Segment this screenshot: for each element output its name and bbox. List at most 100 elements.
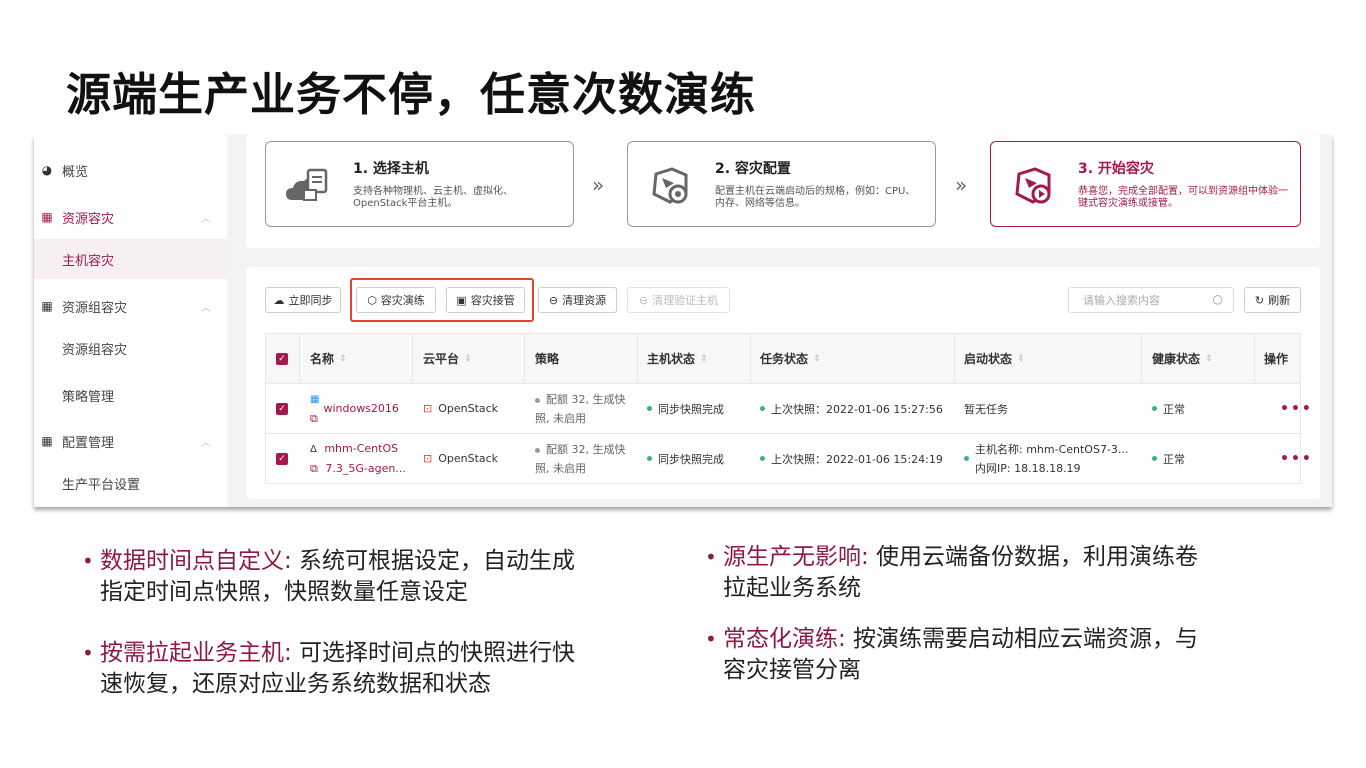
boot-status-value: 暂无任务 [964, 402, 1008, 416]
bullet-routine-drill: • 常态化演练: 按演练需要启动相应云端资源，与 容灾接管分离 [705, 626, 1199, 683]
status-dot [760, 456, 765, 461]
step-dr-config[interactable]: 2. 容灾配置 配置主机在云端启动后的规格，例如：CPU、内存、网络等信息。 [627, 141, 936, 227]
policy-line-1: 配额 32, 生成快 [546, 392, 626, 406]
building-icon: ▦ [41, 299, 53, 313]
chevron-up-icon: ︿ [201, 302, 211, 314]
status-dot [760, 406, 765, 411]
table-row: ✓ ▦ ⧉ windows2016 ⊡ OpenStack 配额 32, 生成快… [266, 384, 1311, 434]
policy-line-2: 照, 未启用 [535, 461, 586, 475]
host-status-value: 同步快照完成 [658, 402, 724, 416]
sidebar-item-resource-dr[interactable]: ▦ 资源容灾 ︿ [34, 197, 227, 237]
bullet-dot: • [82, 641, 94, 665]
policy-line-1: 配额 32, 生成快 [546, 442, 626, 456]
health-value: 正常 [1163, 402, 1185, 416]
column-header-name[interactable]: 名称 ⇕ [310, 334, 347, 383]
clean-resources-button[interactable]: ⊖ 清理资源 [538, 287, 617, 313]
row-checkbox[interactable]: ✓ [276, 434, 288, 483]
chevron-up-icon: ︿ [201, 437, 211, 449]
double-chevron-right-icon: » [955, 173, 968, 197]
openstack-icon: ⊡ [423, 402, 433, 415]
column-header-actions: 操作 [1264, 352, 1289, 366]
step-start-dr[interactable]: 3. 开始容灾 恭喜您，完成全部配置，可以到资源组中体验一键式容灾演练或接管。 [990, 141, 1301, 227]
sync-now-button[interactable]: ☁ 立即同步 [265, 287, 341, 313]
app-screenshot: ◕ 概览 ▦ 资源容灾 ︿ 主机容灾 ▦ 资源组容灾 ︿ 资源组容灾 策略管理 … [34, 135, 1332, 507]
windows-icon: ▦ [310, 394, 320, 405]
status-dot [535, 447, 540, 453]
refresh-button[interactable]: ↻ 刷新 [1244, 287, 1301, 313]
step-title: 2. 容灾配置 [715, 161, 791, 177]
bullet-dot: • [705, 627, 717, 651]
host-type-icon: ⧉ [310, 462, 318, 475]
sidebar-item-config[interactable]: ▦ 配置管理 ︿ [34, 421, 227, 461]
platform-value: OpenStack [438, 452, 499, 465]
sidebar: ◕ 概览 ▦ 资源容灾 ︿ 主机容灾 ▦ 资源组容灾 ︿ 资源组容灾 策略管理 … [34, 135, 227, 507]
host-name-link-2[interactable]: 7.3_5G-agen... [325, 462, 405, 475]
highlight-box [350, 278, 534, 322]
boot-ip: 内网IP: 18.18.18.19 [975, 461, 1081, 475]
clean-verify-host-button[interactable]: ⊖ 清理验证主机 [627, 287, 730, 313]
slide-title: 源端生产业务不停，任意次数演练 [66, 68, 757, 121]
status-dot [964, 456, 969, 461]
minus-circle-icon: ⊖ [638, 293, 649, 307]
column-header-host-status[interactable]: 主机状态 ⇕ [647, 334, 708, 383]
cloud-icon: ☁ [273, 293, 285, 307]
more-actions-icon[interactable]: ••• [1280, 434, 1313, 483]
health-value: 正常 [1163, 452, 1185, 466]
bullet-dot: • [705, 545, 717, 569]
table-row: ✓ Δ mhm-CentOS ⧉ 7.3_5G-agen... ⊡ OpenSt… [266, 434, 1311, 483]
search-icon: ○ [1212, 292, 1223, 306]
column-header-task-status[interactable]: 任务状态 ⇕ [760, 334, 821, 383]
step-title: 1. 选择主机 [353, 161, 429, 177]
platform-value: OpenStack [438, 402, 499, 415]
host-name-link[interactable]: windows2016 [323, 402, 398, 415]
column-header-boot-status[interactable]: 启动状态 ⇕ [964, 334, 1025, 383]
policy-line-2: 照, 未启用 [535, 411, 586, 425]
row-checkbox[interactable]: ✓ [276, 384, 288, 433]
step-title: 3. 开始容灾 [1078, 161, 1154, 177]
sidebar-item-group-dr-sub[interactable]: 资源组容灾 [34, 328, 227, 368]
host-type-icon: ⧉ [310, 412, 318, 425]
task-status-value: 上次快照：2022-01-06 15:24:19 [771, 452, 943, 466]
status-dot [535, 397, 540, 403]
bullet-no-impact: • 源生产无影响: 使用云端备份数据，利用演练卷 拉起业务系统 [705, 544, 1199, 601]
status-dot [647, 406, 652, 411]
column-header-platform[interactable]: 云平台 ⇕ [423, 334, 472, 383]
openstack-icon: ⊡ [423, 452, 433, 465]
host-name-link[interactable]: mhm-CentOS [324, 442, 398, 455]
select-all-checkbox[interactable]: ✓ [276, 334, 288, 383]
sidebar-item-policy[interactable]: 策略管理 [34, 375, 227, 415]
host-status-value: 同步快照完成 [658, 452, 724, 466]
bullet-on-demand: • 按需拉起业务主机: 可选择时间点的快照进行快 速恢复，还原对应业务系统数据和… [82, 640, 576, 697]
bullet-dot: • [82, 549, 94, 573]
bullet-data-time: • 数据时间点自定义: 系统可根据设定，自动生成 指定时间点快照，快照数量任意设… [82, 548, 576, 605]
boot-hostname: 主机名称: mhm-CentOS7-3... [975, 442, 1129, 456]
search-input[interactable]: 请输入搜索内容 ○ [1068, 287, 1234, 313]
double-chevron-right-icon: » [592, 173, 605, 197]
building-icon: ▦ [41, 434, 53, 448]
sidebar-item-group-dr[interactable]: ▦ 资源组容灾 ︿ [34, 286, 227, 326]
column-header-health[interactable]: 健康状态 ⇕ [1152, 334, 1213, 383]
minus-circle-icon: ⊖ [548, 293, 559, 307]
status-dot [1152, 456, 1157, 461]
sidebar-item-platform-settings[interactable]: 生产平台设置 [34, 463, 227, 503]
step-desc: 恭喜您，完成全部配置，可以到资源组中体验一键式容灾演练或接管。 [1078, 186, 1288, 209]
table-header: ✓ 名称 ⇕ 云平台 ⇕ 策略 主机状态 ⇕ 任务状态 ⇕ 启动状态 ⇕ 健康状态 ⇕ 操作 [266, 334, 1300, 384]
more-actions-icon[interactable]: ••• [1280, 384, 1313, 433]
sidebar-item-host-dr[interactable]: 主机容灾 [34, 239, 227, 279]
refresh-icon: ↻ [1254, 293, 1265, 307]
step-desc: 配置主机在云端启动后的规格，例如：CPU、内存、网络等信息。 [715, 186, 916, 209]
step-desc: 支持各种物理机、云主机、虚拟化、OpenStack平台主机。 [353, 186, 513, 209]
steps-panel: 1. 选择主机 支持各种物理机、云主机、虚拟化、OpenStack平台主机。 »… [246, 135, 1320, 248]
building-icon: ▦ [41, 210, 53, 224]
start-dr-icon [1015, 167, 1051, 204]
step-select-host[interactable]: 1. 选择主机 支持各种物理机、云主机、虚拟化、OpenStack平台主机。 [265, 141, 574, 227]
column-header-policy: 策略 [535, 352, 560, 366]
sidebar-item-overview[interactable]: ◕ 概览 [34, 150, 227, 190]
status-dot [1152, 406, 1157, 411]
linux-icon: Δ [310, 444, 317, 455]
chevron-up-icon: ︿ [201, 213, 211, 225]
task-status-value: 上次快照：2022-01-06 15:27:56 [771, 402, 943, 416]
dr-config-icon [652, 167, 688, 204]
cloud-host-icon [286, 168, 328, 201]
status-dot [647, 456, 652, 461]
